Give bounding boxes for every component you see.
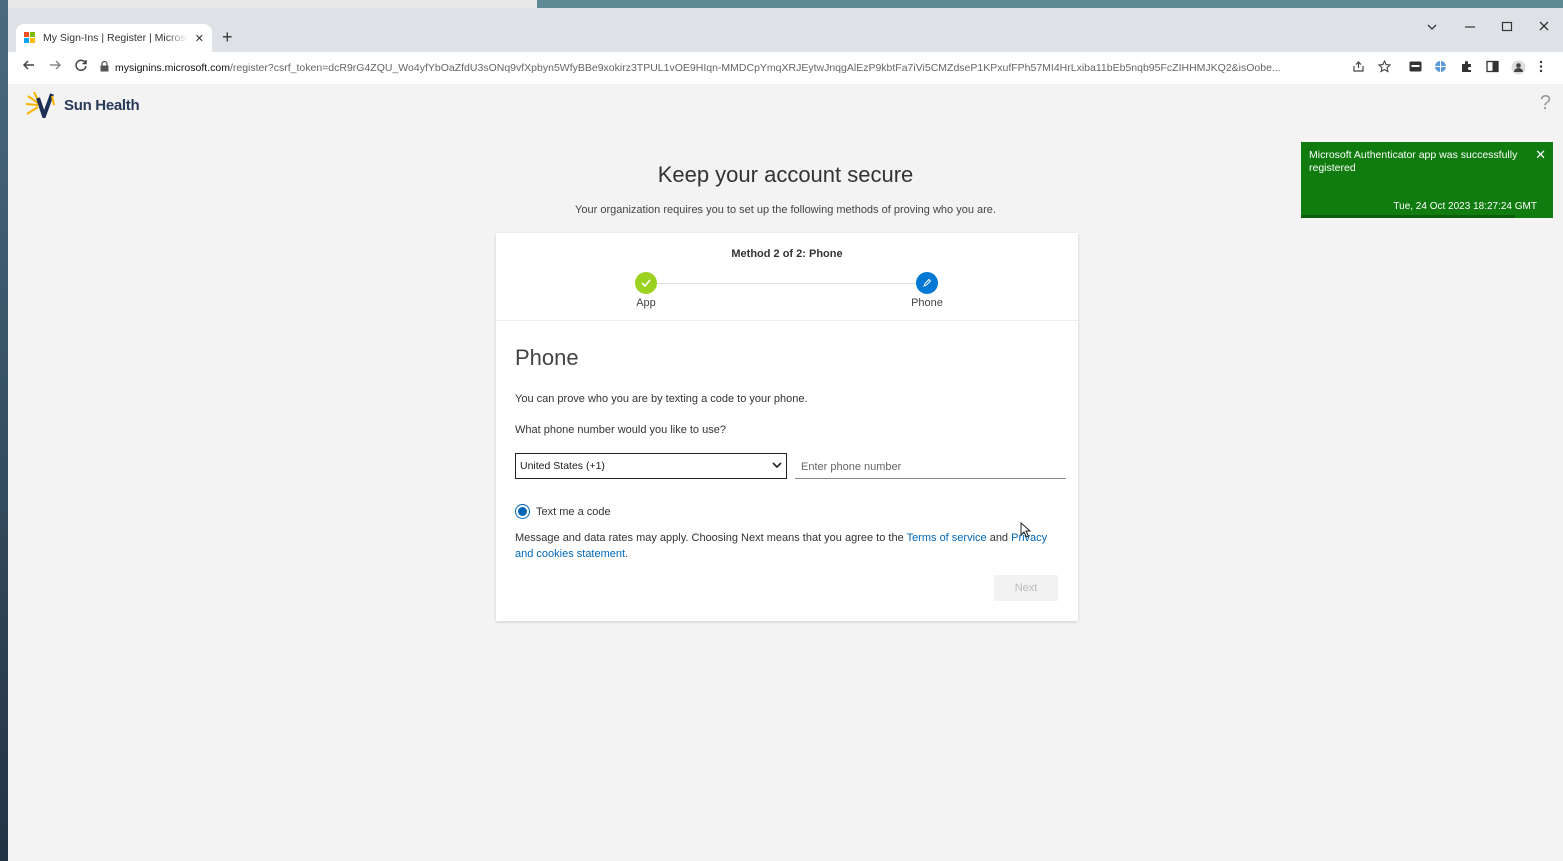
- step-phone: Phone: [897, 272, 957, 309]
- progress-line: [657, 283, 916, 284]
- wizard-progress: Method 2 of 2: Phone App Phone: [496, 233, 1078, 321]
- profile-avatar-icon[interactable]: [1511, 60, 1526, 78]
- reload-icon[interactable]: [74, 58, 88, 77]
- maximize-icon[interactable]: [1501, 20, 1513, 35]
- forward-icon[interactable]: [48, 58, 62, 77]
- sun-health-logo-icon: [24, 91, 60, 123]
- page-content: Sun Health ? Keep your account secure Yo…: [8, 84, 1563, 861]
- new-tab-button[interactable]: +: [222, 28, 233, 46]
- step-label-phone: Phone: [911, 297, 943, 309]
- disclaimer-period: .: [625, 548, 629, 560]
- extensions-puzzle-icon[interactable]: [1460, 60, 1473, 76]
- disclaimer-text: Message and data rates may apply. Choosi…: [515, 530, 1063, 562]
- country-select[interactable]: United States (+1): [515, 453, 787, 479]
- tab-title: My Sign-Ins | Register | Microsoft: [43, 32, 188, 44]
- pencil-icon: [916, 272, 938, 294]
- next-button[interactable]: Next: [994, 575, 1058, 601]
- logo-text: Sun Health: [64, 96, 140, 114]
- toast-timestamp: Tue, 24 Oct 2023 18:27:24 GMT: [1393, 201, 1537, 212]
- address-bar[interactable]: mysignins.microsoft.com/register?csrf_to…: [100, 56, 1395, 80]
- screen-edge: [0, 0, 8, 861]
- success-toast: Microsoft Authenticator app was successf…: [1301, 142, 1553, 218]
- option-label: Text me a code: [536, 505, 611, 518]
- minimize-icon[interactable]: [1464, 20, 1476, 35]
- microsoft-logo-icon: [24, 32, 36, 44]
- toast-message: Microsoft Authenticator app was successf…: [1309, 149, 1518, 174]
- tab-search-icon[interactable]: [1426, 20, 1438, 35]
- url-domain: mysignins.microsoft.com: [115, 62, 230, 74]
- tab-strip: My Sign-Ins | Register | Microsoft ✕ +: [8, 8, 1563, 52]
- method-indicator: Method 2 of 2: Phone: [731, 248, 843, 260]
- mouse-cursor-icon: [1020, 521, 1032, 538]
- phone-question-text: What phone number would you like to use?: [515, 424, 726, 436]
- country-select-value: United States (+1): [520, 460, 605, 472]
- url-text: mysignins.microsoft.com/register?csrf_to…: [115, 62, 1395, 74]
- extension-globe-icon[interactable]: [1434, 60, 1447, 76]
- browser-toolbar: mysignins.microsoft.com/register?csrf_to…: [8, 52, 1563, 84]
- setup-card: Method 2 of 2: Phone App Phone Phone You…: [496, 233, 1078, 621]
- disclaimer-prefix: Message and data rates may apply. Choosi…: [515, 532, 907, 544]
- screen-top-strip: [0, 0, 1563, 8]
- extension-icon[interactable]: [1409, 60, 1422, 76]
- organization-logo: Sun Health: [24, 91, 140, 123]
- browser-window: My Sign-Ins | Register | Microsoft ✕ + m…: [8, 8, 1563, 861]
- radio-button[interactable]: [515, 504, 530, 519]
- step-app: App: [616, 272, 676, 309]
- browser-tab[interactable]: My Sign-Ins | Register | Microsoft ✕: [16, 24, 212, 52]
- tab-close-icon[interactable]: ✕: [195, 32, 204, 45]
- checkmark-icon: [635, 272, 657, 294]
- share-icon[interactable]: [1352, 60, 1365, 76]
- toast-progress-bar: [1301, 215, 1515, 218]
- url-path: /register?csrf_token=dcR9rG4ZQU_Wo4yfYbO…: [229, 62, 1281, 74]
- menu-kebab-icon[interactable]: [1539, 60, 1543, 76]
- text-me-code-option[interactable]: Text me a code: [515, 504, 611, 519]
- bookmark-star-icon[interactable]: [1377, 59, 1392, 76]
- disclaimer-and: and: [986, 532, 1012, 544]
- phone-number-input[interactable]: [795, 455, 1066, 479]
- side-panel-icon[interactable]: [1486, 60, 1499, 76]
- section-title: Phone: [515, 345, 579, 370]
- close-window-icon[interactable]: [1538, 20, 1550, 35]
- step-label-app: App: [636, 297, 656, 309]
- toast-close-icon[interactable]: ✕: [1535, 148, 1546, 161]
- chevron-down-icon: [772, 460, 782, 472]
- lock-icon[interactable]: [100, 60, 109, 75]
- app-header: Sun Health ?: [8, 84, 1563, 124]
- terms-of-service-link[interactable]: Terms of service: [907, 532, 987, 544]
- back-icon[interactable]: [22, 58, 36, 77]
- phone-intro-text: You can prove who you are by texting a c…: [515, 393, 808, 405]
- help-icon[interactable]: ?: [1540, 92, 1551, 115]
